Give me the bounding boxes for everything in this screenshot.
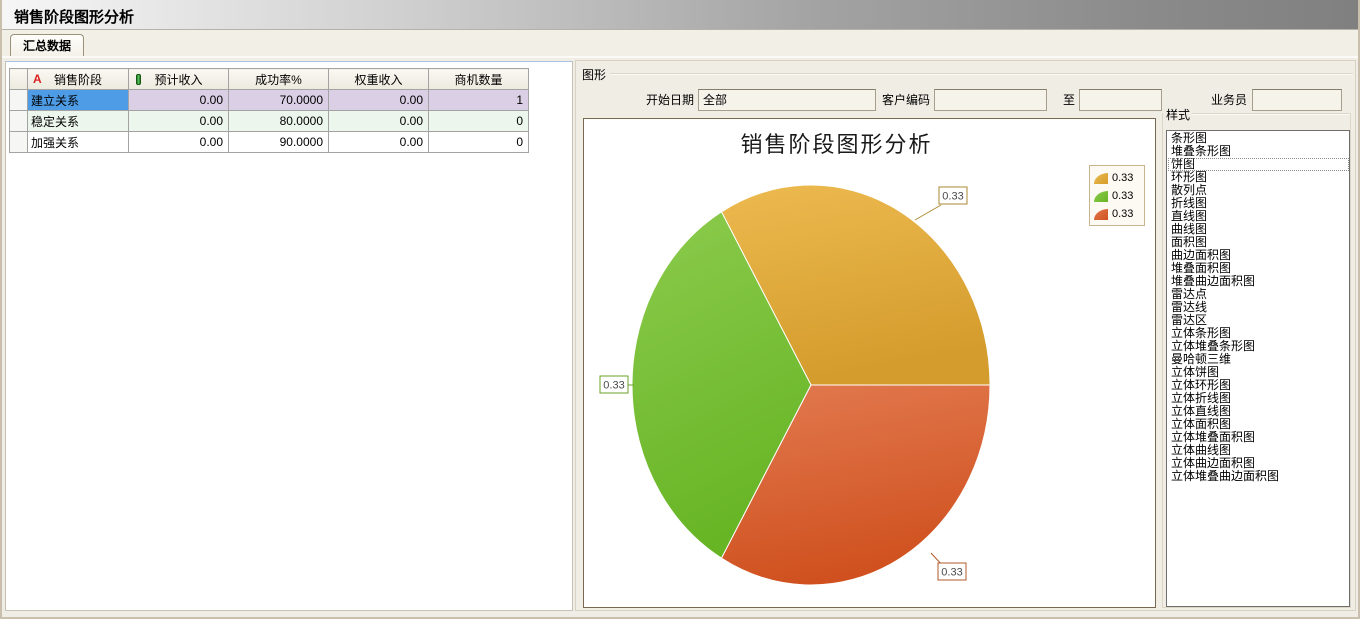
tab-strip: 汇总数据 [2, 30, 1358, 58]
to-label: 至 [1063, 89, 1075, 111]
graph-group-label: 图形 [580, 66, 608, 83]
legend-swatch-icon [1094, 191, 1108, 202]
col-header-stage[interactable]: A 销售阶段 [28, 69, 129, 90]
cell-value[interactable]: 0.00 [129, 111, 229, 132]
cell-value[interactable]: 0.00 [329, 111, 429, 132]
table-row: 建立关系0.0070.00000.001 [10, 90, 529, 111]
callout-line [915, 205, 941, 220]
style-list-item[interactable]: 堆叠条形图 [1168, 145, 1349, 158]
customer-code-to-field[interactable] [1079, 89, 1162, 111]
table-row: 加强关系0.0090.00000.000 [10, 132, 529, 153]
callout-label: 0.33 [941, 567, 962, 579]
style-list: 条形图堆叠条形图饼图环形图散列点折线图直线图曲线图面积图曲边面积图堆叠面积图堆叠… [1166, 130, 1350, 607]
app-window: 销售阶段图形分析 汇总数据 A 销售阶段 [0, 0, 1360, 619]
summary-table: A 销售阶段 预计收入 成功率% 权重收入 商机数量 建立关系0.0070.00… [9, 68, 529, 153]
graph-group-border [610, 73, 1353, 75]
cell-value[interactable]: 0.00 [329, 90, 429, 111]
cell-value[interactable]: 0.00 [129, 90, 229, 111]
chart-area: 0.33 0.33 0.33 销售阶段图形分析 0.33 0.33 0.33 [583, 118, 1156, 608]
chart-legend: 0.33 0.33 0.33 [1089, 165, 1145, 226]
legend-item: 0.33 [1094, 169, 1144, 187]
legend-item: 0.33 [1094, 205, 1144, 223]
tab-label: 汇总数据 [23, 39, 71, 53]
legend-swatch-icon [1094, 209, 1108, 220]
customer-code-field[interactable] [934, 89, 1047, 111]
chart-title: 销售阶段图形分析 [584, 127, 1089, 159]
pie-chart: 0.33 0.33 0.33 [584, 119, 1155, 607]
col-header-success-rate[interactable]: 成功率% [229, 69, 329, 90]
cell-value[interactable]: 80.0000 [229, 111, 329, 132]
legend-label: 0.33 [1112, 190, 1133, 202]
col-header-weighted-revenue[interactable]: 权重收入 [329, 69, 429, 90]
corner-header [10, 69, 28, 90]
col-header-expected-revenue[interactable]: 预计收入 [129, 69, 229, 90]
start-date-field[interactable]: 全部 [698, 89, 876, 111]
callout-label: 0.33 [942, 191, 963, 203]
legend-item: 0.33 [1094, 187, 1144, 205]
main-content: A 销售阶段 预计收入 成功率% 权重收入 商机数量 建立关系0.0070.00… [2, 58, 1358, 617]
cell-stage[interactable]: 稳定关系 [28, 111, 129, 132]
legend-label: 0.33 [1112, 208, 1133, 220]
tab-summary-data[interactable]: 汇总数据 [10, 34, 84, 58]
title-bar: 销售阶段图形分析 [2, 0, 1358, 30]
cell-value[interactable]: 1 [429, 90, 529, 111]
cell-stage[interactable]: 建立关系 [28, 90, 129, 111]
row-indicator[interactable] [10, 90, 28, 111]
cell-value[interactable]: 70.0000 [229, 90, 329, 111]
cell-value[interactable]: 0.00 [329, 132, 429, 153]
cell-value[interactable]: 90.0000 [229, 132, 329, 153]
col-header-opportunity-count[interactable]: 商机数量 [429, 69, 529, 90]
salesperson-field[interactable] [1252, 89, 1342, 111]
table-row: 稳定关系0.0080.00000.000 [10, 111, 529, 132]
page-title: 销售阶段图形分析 [14, 6, 134, 27]
cell-value[interactable]: 0 [429, 111, 529, 132]
cell-stage[interactable]: 加强关系 [28, 132, 129, 153]
callout-label: 0.33 [603, 380, 624, 392]
style-list-item[interactable]: 立体堆叠曲边面积图 [1168, 470, 1349, 483]
legend-label: 0.33 [1112, 172, 1133, 184]
customer-code-label: 客户编码 [882, 89, 930, 111]
style-group-label: 样式 [1164, 106, 1192, 123]
start-date-label: 开始日期 [646, 89, 694, 111]
row-indicator[interactable] [10, 132, 28, 153]
legend-swatch-icon [1094, 173, 1108, 184]
row-indicator[interactable] [10, 111, 28, 132]
cell-value[interactable]: 0.00 [129, 132, 229, 153]
salesperson-label: 业务员 [1211, 89, 1247, 111]
sort-a-icon: A [33, 72, 42, 86]
green-bar-icon [136, 74, 141, 85]
cell-value[interactable]: 0 [429, 132, 529, 153]
summary-panel: A 销售阶段 预计收入 成功率% 权重收入 商机数量 建立关系0.0070.00… [5, 61, 573, 611]
graph-panel: 图形 开始日期 全部 客户编码 至 业务员 0.33 0.33 0.33 销售阶段图… [575, 60, 1356, 611]
